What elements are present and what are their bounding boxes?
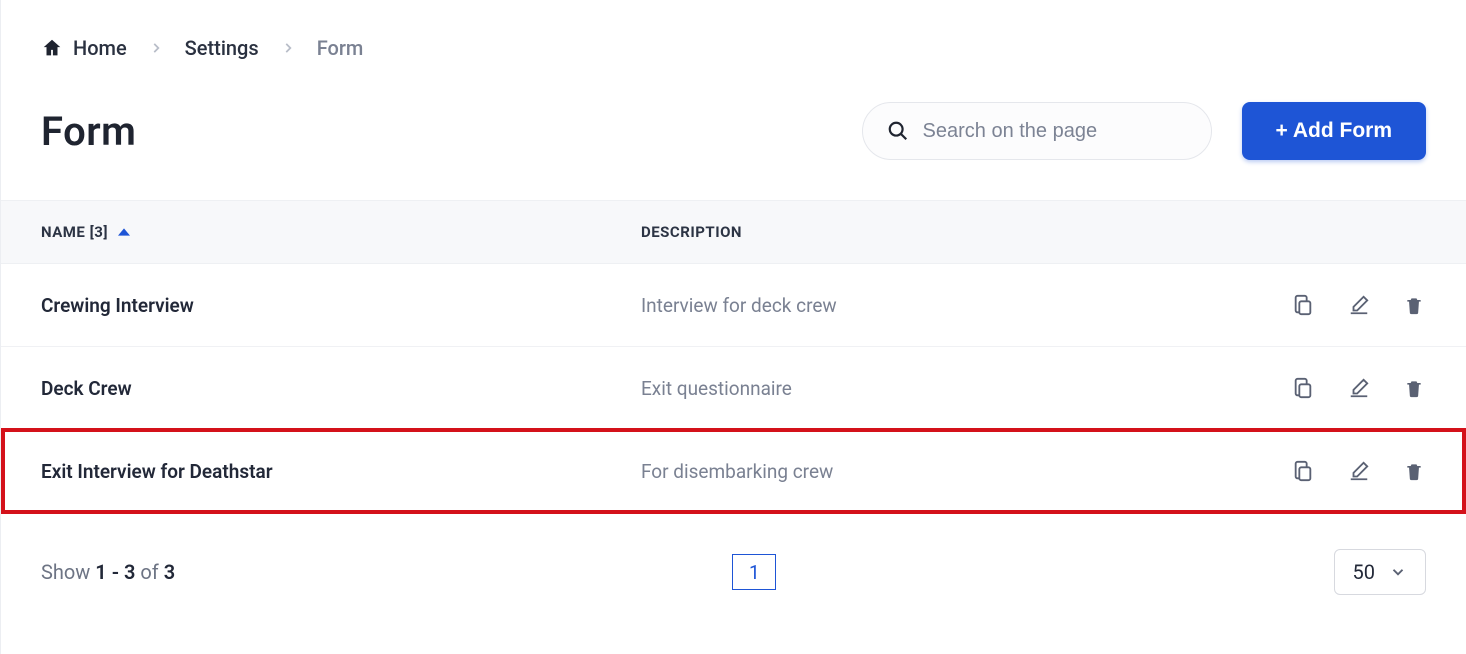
chevron-right-icon bbox=[281, 41, 295, 55]
trash-icon bbox=[1404, 377, 1424, 399]
per-page-value: 50 bbox=[1353, 560, 1375, 584]
chevron-down-icon bbox=[1389, 563, 1407, 581]
table-footer: Show 1 - 3 of 3 1 50 bbox=[41, 513, 1426, 595]
breadcrumb-settings-label: Settings bbox=[185, 36, 259, 60]
row-name[interactable]: Crewing Interview bbox=[41, 294, 641, 317]
breadcrumb-current: Form bbox=[317, 36, 364, 60]
edit-button[interactable] bbox=[1346, 375, 1372, 401]
trash-icon bbox=[1404, 460, 1424, 482]
home-icon bbox=[41, 37, 63, 59]
table-row: Exit Interview for DeathstarFor disembar… bbox=[1, 430, 1466, 513]
chevron-right-icon bbox=[149, 41, 163, 55]
column-header-name[interactable]: NAME [3] bbox=[41, 223, 641, 241]
pager: 1 bbox=[732, 554, 776, 590]
copy-button[interactable] bbox=[1290, 375, 1316, 401]
row-description: Exit questionnaire bbox=[641, 377, 1206, 400]
delete-button[interactable] bbox=[1402, 375, 1426, 401]
page-1[interactable]: 1 bbox=[732, 554, 776, 590]
breadcrumb-home-label: Home bbox=[73, 36, 127, 60]
trash-icon bbox=[1404, 294, 1424, 316]
sort-asc-icon bbox=[118, 226, 130, 238]
table-row: Crewing InterviewInterview for deck crew bbox=[1, 264, 1466, 347]
delete-button[interactable] bbox=[1402, 292, 1426, 318]
breadcrumb-current-label: Form bbox=[317, 36, 364, 60]
copy-button[interactable] bbox=[1290, 458, 1316, 484]
copy-icon bbox=[1292, 460, 1314, 482]
search-icon bbox=[887, 120, 909, 142]
page-title: Form bbox=[41, 108, 136, 155]
page-header: Form + Add Form bbox=[41, 78, 1426, 200]
per-page-select[interactable]: 50 bbox=[1334, 549, 1426, 595]
copy-button[interactable] bbox=[1290, 292, 1316, 318]
search-box[interactable] bbox=[862, 102, 1212, 160]
edit-button[interactable] bbox=[1346, 458, 1372, 484]
breadcrumb: Home Settings Form bbox=[41, 0, 1426, 78]
table-header: NAME [3] DESCRIPTION bbox=[1, 200, 1466, 264]
row-description: For disembarking crew bbox=[641, 460, 1206, 483]
edit-icon bbox=[1348, 460, 1370, 482]
add-form-button[interactable]: + Add Form bbox=[1242, 102, 1426, 160]
edit-button[interactable] bbox=[1346, 292, 1372, 318]
forms-table: NAME [3] DESCRIPTION Crewing InterviewIn… bbox=[1, 200, 1466, 513]
breadcrumb-home[interactable]: Home bbox=[41, 36, 127, 60]
copy-icon bbox=[1292, 377, 1314, 399]
delete-button[interactable] bbox=[1402, 458, 1426, 484]
row-description: Interview for deck crew bbox=[641, 294, 1206, 317]
copy-icon bbox=[1292, 294, 1314, 316]
search-input[interactable] bbox=[923, 120, 1187, 143]
breadcrumb-settings[interactable]: Settings bbox=[185, 36, 259, 60]
row-name[interactable]: Deck Crew bbox=[41, 377, 641, 400]
column-header-description[interactable]: DESCRIPTION bbox=[641, 223, 1206, 241]
edit-icon bbox=[1348, 294, 1370, 316]
row-name[interactable]: Exit Interview for Deathstar bbox=[41, 460, 641, 483]
edit-icon bbox=[1348, 377, 1370, 399]
table-row: Deck CrewExit questionnaire bbox=[1, 347, 1466, 430]
results-summary: Show 1 - 3 of 3 bbox=[41, 560, 175, 584]
